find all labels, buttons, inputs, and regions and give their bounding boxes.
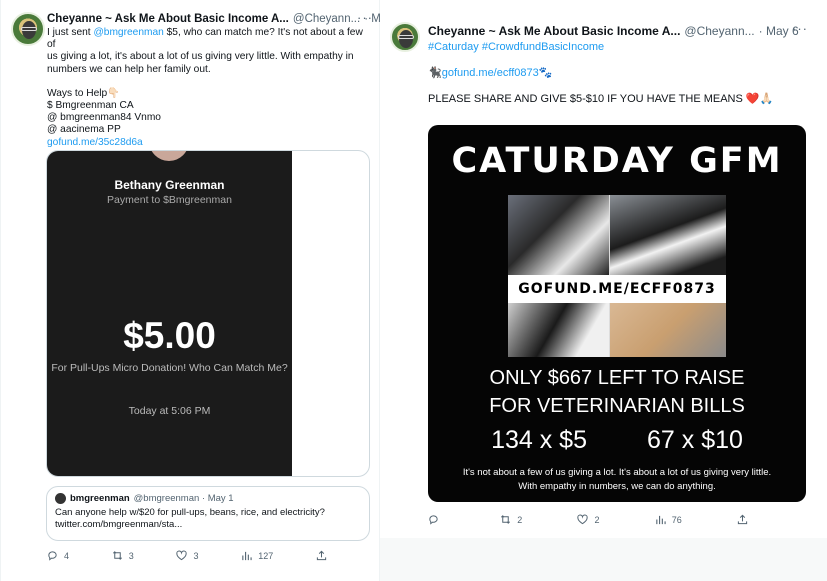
reply-button[interactable]	[428, 514, 445, 525]
heart-icon	[577, 514, 589, 525]
tweet-text: #Caturday #CrowdfundBasicIncome 🐈‍⬛gofun…	[428, 40, 808, 106]
quoted-tweet[interactable]: bmgreenman @bmgreenman · May 1 Can anyon…	[46, 486, 370, 541]
author-name[interactable]: Cheyanne ~ Ask Me About Basic Income A..…	[428, 24, 680, 38]
tweet-header: Cheyanne ~ Ask Me About Basic Income A..…	[428, 24, 799, 38]
multiplier-5: 134 x $5	[491, 426, 587, 454]
views-button[interactable]: 76	[655, 514, 682, 525]
cat-photo-collage: GOFUND.ME/ECFF0873	[508, 195, 726, 357]
hashtag-caturday[interactable]: #Caturday	[428, 41, 479, 53]
payment-amount: $5.00	[123, 315, 216, 356]
cat-photo	[610, 195, 726, 275]
payee-name: Bethany Greenman	[114, 178, 225, 192]
image-title: CATURDAY GFM	[451, 141, 783, 181]
gofundme-link[interactable]: gofund.me/ecff0873	[442, 67, 539, 79]
quoted-name: bmgreenman	[70, 493, 130, 504]
author-handle[interactable]: @Cheyann...	[293, 13, 360, 25]
cat-photo	[508, 303, 609, 357]
more-options-icon[interactable]: ···	[357, 10, 373, 25]
retweet-icon	[112, 551, 122, 560]
retweet-button[interactable]: 2	[500, 514, 522, 525]
heart-icon	[176, 550, 188, 561]
analytics-icon	[656, 515, 666, 525]
reply-icon	[429, 515, 438, 525]
like-button[interactable]: 3	[176, 550, 198, 561]
retweet-icon	[501, 515, 511, 524]
tweet-right[interactable]: Cheyanne ~ Ask Me About Basic Income A..…	[380, 0, 827, 538]
analytics-icon	[242, 551, 252, 561]
payment-image[interactable]: Bethany Greenman Payment to $Bmgreenman …	[46, 150, 370, 477]
action-bar: 2 2 76	[428, 514, 748, 525]
gofundme-link[interactable]: gofund.me/35c28d6a	[47, 137, 367, 149]
quoted-link[interactable]: twitter.com/bmgreenman/sta...	[55, 519, 361, 531]
photo-label: GOFUND.ME/ECFF0873	[508, 275, 726, 303]
author-avatar[interactable]	[390, 22, 420, 52]
like-button[interactable]: 2	[577, 514, 600, 525]
multiplier-10: 67 x $10	[647, 426, 743, 454]
hashtag-crowdfund[interactable]: #CrowdfundBasicIncome	[482, 41, 604, 53]
paw-emoji: 🐾	[538, 67, 553, 79]
payment-note: For Pull-Ups Micro Donation! Who Can Mat…	[51, 362, 288, 374]
payee-avatar	[149, 151, 189, 161]
more-options-icon[interactable]: ···	[792, 21, 808, 36]
multiplier-row: 134 x $5 67 x $10	[428, 426, 806, 455]
image-line-1: ONLY $667 LEFT TO RAISE	[489, 367, 745, 389]
cat-photo	[508, 195, 609, 275]
image-small-2: With empathy in numbers, we can do anyth…	[518, 481, 716, 492]
share-button[interactable]	[737, 514, 748, 525]
caturday-image[interactable]: CATURDAY GFM GOFUND.ME/ECFF0873 ONLY $66…	[428, 125, 806, 502]
author-avatar[interactable]	[11, 12, 45, 46]
black-cat-emoji: 🐈‍⬛	[428, 67, 442, 79]
quoted-text: Can anyone help w/$20 for pull-ups, bean…	[55, 507, 325, 518]
tweet-header: Cheyanne ~ Ask Me About Basic Income A..…	[47, 13, 403, 25]
retweet-button[interactable]: 3	[112, 550, 134, 561]
share-icon	[737, 514, 748, 525]
share-button[interactable]	[316, 550, 327, 561]
reply-icon	[48, 551, 57, 561]
mention-link[interactable]: @bmgreenman	[93, 27, 163, 38]
tweet-text: I just sent @bmgreenman $5, who can matc…	[47, 27, 367, 149]
views-button[interactable]: 127	[241, 550, 273, 561]
share-icon	[316, 550, 327, 561]
image-line-2: FOR VETERINARIAN BILLS	[489, 395, 745, 417]
action-bar: 4 3 3 127	[47, 550, 327, 561]
payment-subtitle: Payment to $Bmgreenman	[107, 194, 232, 206]
cat-photo	[610, 303, 726, 357]
quoted-avatar	[55, 493, 66, 504]
share-text: PLEASE SHARE AND GIVE $5-$10 IF YOU HAVE…	[428, 93, 774, 105]
payment-time: Today at 5:06 PM	[128, 405, 211, 417]
payment-receipt: Bethany Greenman Payment to $Bmgreenman …	[47, 151, 292, 476]
quoted-handle: @bmgreenman · May 1	[133, 493, 234, 504]
tweet-left[interactable]: Cheyanne ~ Ask Me About Basic Income A..…	[0, 0, 403, 581]
reply-button[interactable]: 4	[47, 550, 69, 561]
image-small-1: It's not about a few of us giving a lot.…	[462, 467, 772, 478]
author-handle[interactable]: @Cheyann...	[684, 24, 754, 38]
author-name[interactable]: Cheyanne ~ Ask Me About Basic Income A..…	[47, 13, 289, 25]
